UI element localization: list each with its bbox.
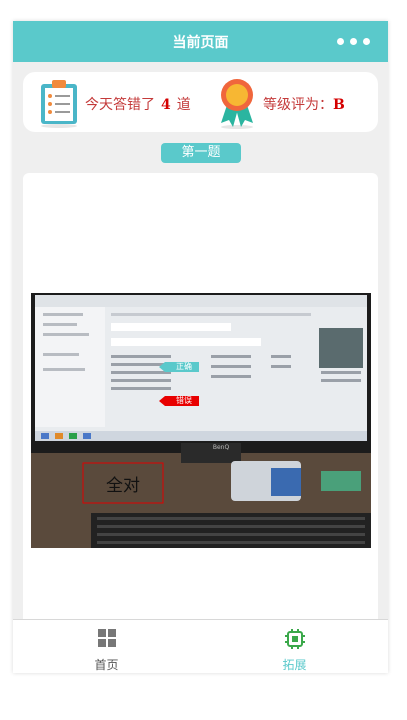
grid-icon: [97, 629, 116, 647]
award-medal-icon: [221, 79, 253, 129]
question-card: 正确 错误 BenQ 全对: [23, 173, 378, 621]
tag-wrong: 错误: [176, 396, 192, 405]
tag-correct: 正确: [176, 362, 192, 371]
nav-header: 当前页面: [13, 21, 388, 62]
more-button[interactable]: [337, 38, 370, 45]
page-title: 当前页面: [172, 35, 229, 51]
question-photo: 正确 错误 BenQ 全对: [31, 293, 371, 548]
grade-value: B: [333, 97, 345, 113]
tab-extend[interactable]: 拓展: [201, 620, 388, 673]
tab-home[interactable]: 首页: [13, 620, 200, 673]
wrong-count-text: 今天答错了 4 道: [85, 94, 191, 114]
monitor-brand: BenQ: [212, 444, 230, 451]
answer-box-text: 全对: [106, 476, 140, 496]
question-badge: 第一题: [161, 143, 241, 163]
wrong-prefix: 今天答错了: [85, 97, 155, 113]
ellipsis-icon: [337, 38, 344, 45]
tab-bar: 首页 拓展: [13, 619, 388, 673]
tab-extend-label: 拓展: [282, 658, 307, 672]
wrong-suffix: 道: [176, 97, 191, 113]
tab-home-label: 首页: [94, 658, 119, 672]
grade-label: 等级评为：: [263, 97, 333, 113]
grade-text: 等级评为：B: [263, 94, 345, 114]
phone-frame: 当前页面 今天答错了 4 道 等级评为：B 第一题 正确 错误 BenQ 全对 …: [13, 21, 388, 673]
chip-icon: [284, 629, 305, 649]
clipboard-checklist-icon: [41, 80, 77, 128]
wrong-count: 4: [161, 97, 171, 113]
stats-card: 今天答错了 4 道 等级评为：B: [23, 72, 378, 132]
